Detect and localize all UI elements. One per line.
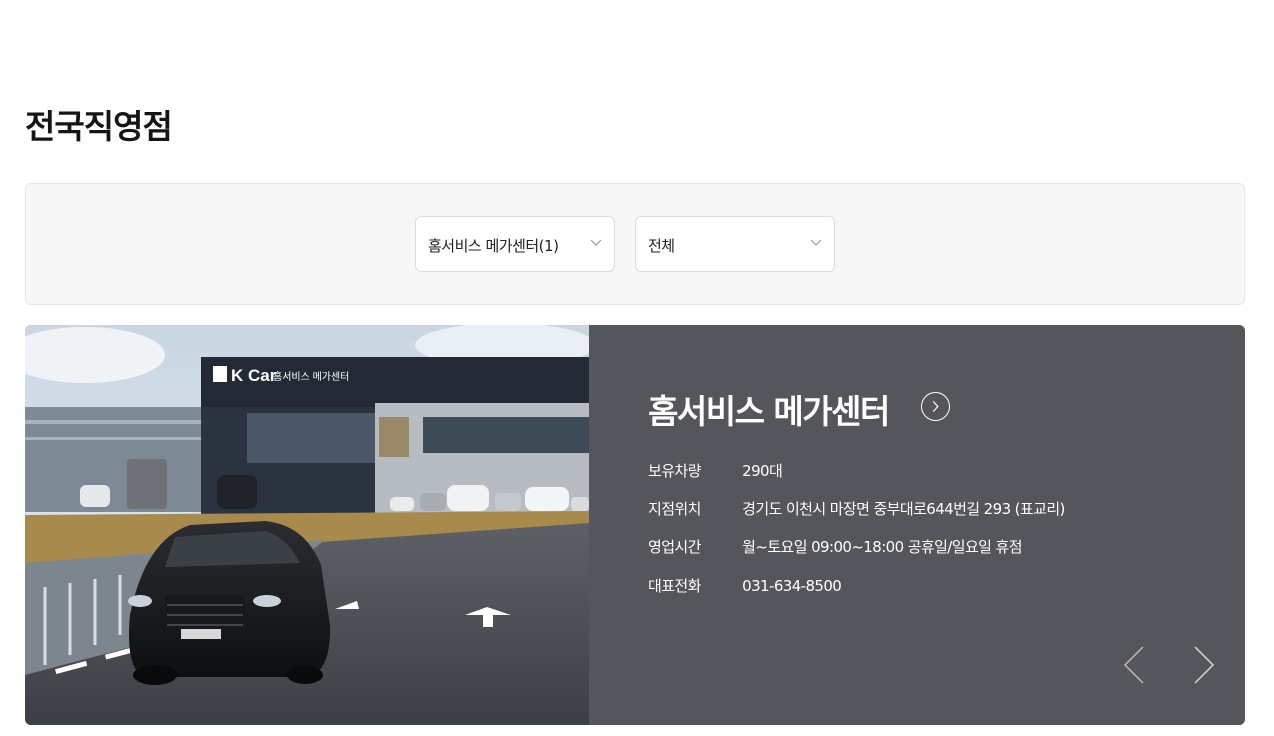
center-card: K Car 홈서비스 메가센터 홈서비스 메가센터 보유차량 290대 지점위치… — [25, 325, 1245, 725]
photo-sign-label: 홈서비스 메가센터 — [273, 370, 349, 383]
center-name: 홈서비스 메가센터 — [648, 392, 890, 431]
photo-sign-brand: K Car — [231, 366, 277, 385]
info-row-hours: 영업시간 월~토요일 09:00~18:00 공휴일/일요일 휴점 — [648, 536, 1023, 557]
info-row-vehicles: 보유차량 290대 — [648, 460, 783, 481]
info-value: 월~토요일 09:00~18:00 공휴일/일요일 휴점 — [742, 538, 1022, 556]
info-value: 경기도 이천시 마장면 중부대로644번길 293 (표교리) — [742, 500, 1065, 518]
info-label: 대표전화 — [648, 577, 701, 595]
page-title: 전국직영점 — [25, 107, 173, 146]
info-value: 290대 — [742, 462, 783, 480]
center-photo: K Car 홈서비스 메가센터 — [25, 325, 589, 725]
chevron-down-icon — [810, 239, 822, 246]
type-select[interactable]: 전체 — [635, 216, 835, 272]
chevron-left-icon[interactable] — [1121, 645, 1147, 685]
region-select[interactable]: 홈서비스 메가센터(1) — [415, 216, 615, 272]
center-info-panel: 홈서비스 메가센터 보유차량 290대 지점위치 경기도 이천시 마장면 중부대… — [589, 325, 1245, 725]
chevron-down-icon — [590, 239, 602, 246]
info-label: 보유차량 — [648, 462, 701, 480]
info-label: 지점위치 — [648, 500, 701, 518]
type-select-value: 전체 — [648, 237, 675, 255]
region-select-value: 홈서비스 메가센터(1) — [428, 237, 559, 255]
filter-panel: 홈서비스 메가센터(1) 전체 — [25, 183, 1245, 305]
info-label: 영업시간 — [648, 538, 701, 556]
chevron-right-icon[interactable] — [1191, 645, 1217, 685]
info-row-phone: 대표전화 031-634-8500 — [648, 575, 842, 596]
info-value: 031-634-8500 — [742, 577, 842, 595]
info-row-location: 지점위치 경기도 이천시 마장면 중부대로644번길 293 (표교리) — [648, 498, 1065, 519]
chevron-right-circle-icon[interactable] — [921, 392, 950, 421]
